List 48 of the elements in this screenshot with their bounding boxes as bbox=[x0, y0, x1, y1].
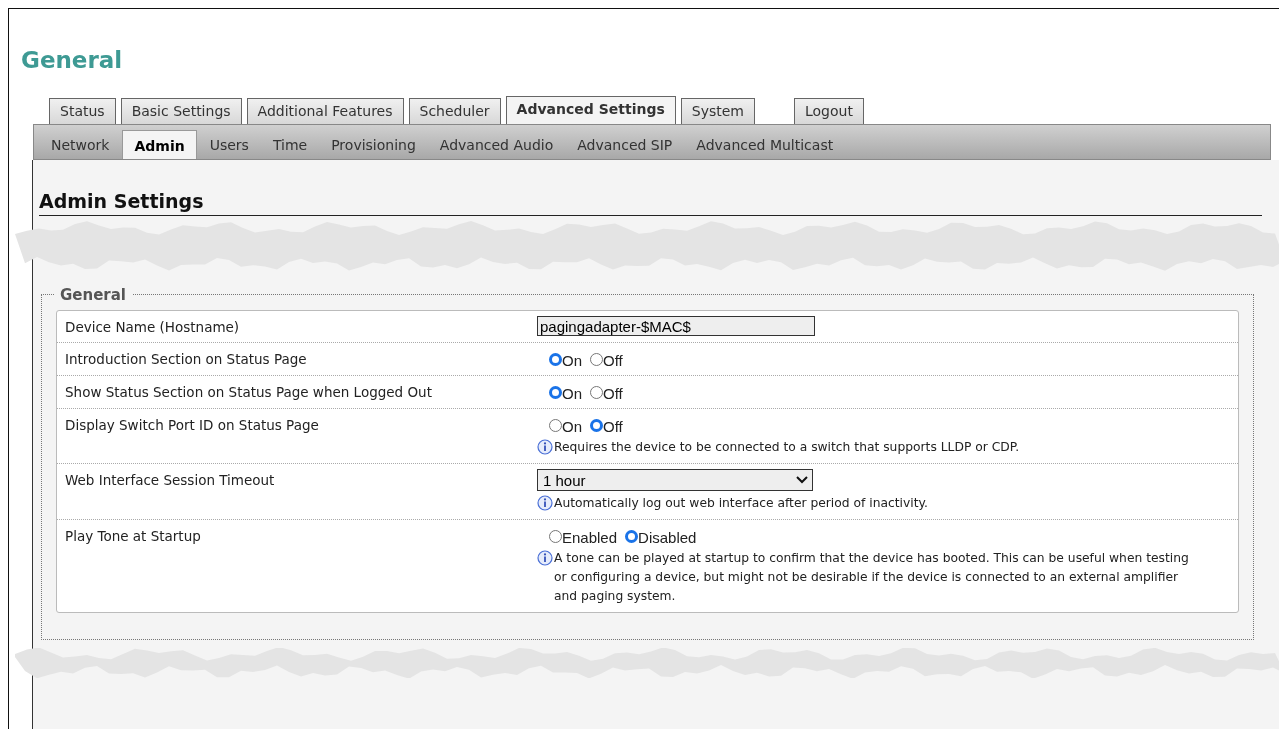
dropdown[interactable]: 1 hour bbox=[537, 469, 813, 491]
setting-label: Device Name (Hostname) bbox=[65, 318, 241, 336]
radio-button[interactable] bbox=[590, 353, 603, 366]
setting-label: Introduction Section on Status Page bbox=[65, 350, 308, 369]
radio-button[interactable] bbox=[549, 353, 562, 366]
radio-button[interactable] bbox=[590, 419, 603, 432]
tab[interactable]: Scheduler bbox=[408, 98, 501, 124]
page-title: Admin Settings bbox=[39, 190, 1262, 216]
subtab[interactable]: Advanced Audio bbox=[428, 137, 565, 159]
hint-text: A tone can be played at startup to confirm that the device has booted. This can be useful when testing or configuring a device, but might not be desirable if the device is connected to an external amplifier and paging system. bbox=[554, 550, 1190, 605]
info-icon bbox=[537, 550, 553, 566]
info-icon bbox=[537, 439, 553, 455]
radio-label: On bbox=[562, 418, 582, 435]
radio-button[interactable] bbox=[549, 419, 562, 432]
tab[interactable]: Status bbox=[49, 98, 116, 124]
setting-label: Show Status Section on Status Page when Logged Out bbox=[65, 383, 433, 402]
tab[interactable]: Additional Features bbox=[246, 98, 404, 124]
setting-label: Display Switch Port ID on Status Page bbox=[65, 416, 320, 435]
radio-label: Enabled bbox=[562, 529, 618, 546]
tab[interactable]: Advanced Settings bbox=[505, 96, 676, 124]
radio-label: On bbox=[562, 352, 582, 369]
tab[interactable]: Basic Settings bbox=[120, 98, 242, 124]
subtab[interactable]: Advanced Multicast bbox=[685, 137, 845, 159]
subtab[interactable]: Network bbox=[40, 137, 121, 159]
section-heading: General bbox=[21, 47, 124, 75]
tab[interactable]: System bbox=[680, 98, 755, 124]
radio-button[interactable] bbox=[549, 386, 562, 399]
chevron-icon bbox=[796, 476, 808, 484]
subtab[interactable]: Provisioning bbox=[320, 137, 427, 159]
subtab[interactable]: Time bbox=[261, 137, 319, 159]
subtab[interactable]: Users bbox=[198, 137, 260, 159]
hint-text: Requires the device to be connected to a switch that supports LLDP or CDP. bbox=[554, 439, 1020, 456]
input-field[interactable]: pagingadapter-$MAC$ bbox=[537, 316, 815, 336]
radio-button[interactable] bbox=[625, 530, 639, 543]
setting-label: Play Tone at Startup bbox=[65, 527, 202, 546]
radio-label: Disabled bbox=[638, 529, 697, 546]
info-icon bbox=[537, 495, 553, 511]
subtab[interactable]: Advanced SIP bbox=[566, 137, 684, 159]
hint-text: Automatically log out web interface after period of inactivity. bbox=[554, 495, 928, 512]
setting-label: Web Interface Session Timeout bbox=[65, 471, 276, 490]
radio-label: Off bbox=[603, 418, 623, 435]
radio-button[interactable] bbox=[590, 386, 603, 399]
radio-button[interactable] bbox=[549, 530, 562, 543]
radio-label: Off bbox=[603, 385, 623, 402]
subtab[interactable]: Admin bbox=[122, 130, 197, 159]
radio-label: Off bbox=[603, 352, 623, 369]
tab[interactable]: Logout bbox=[794, 98, 864, 124]
radio-label: On bbox=[562, 385, 582, 402]
